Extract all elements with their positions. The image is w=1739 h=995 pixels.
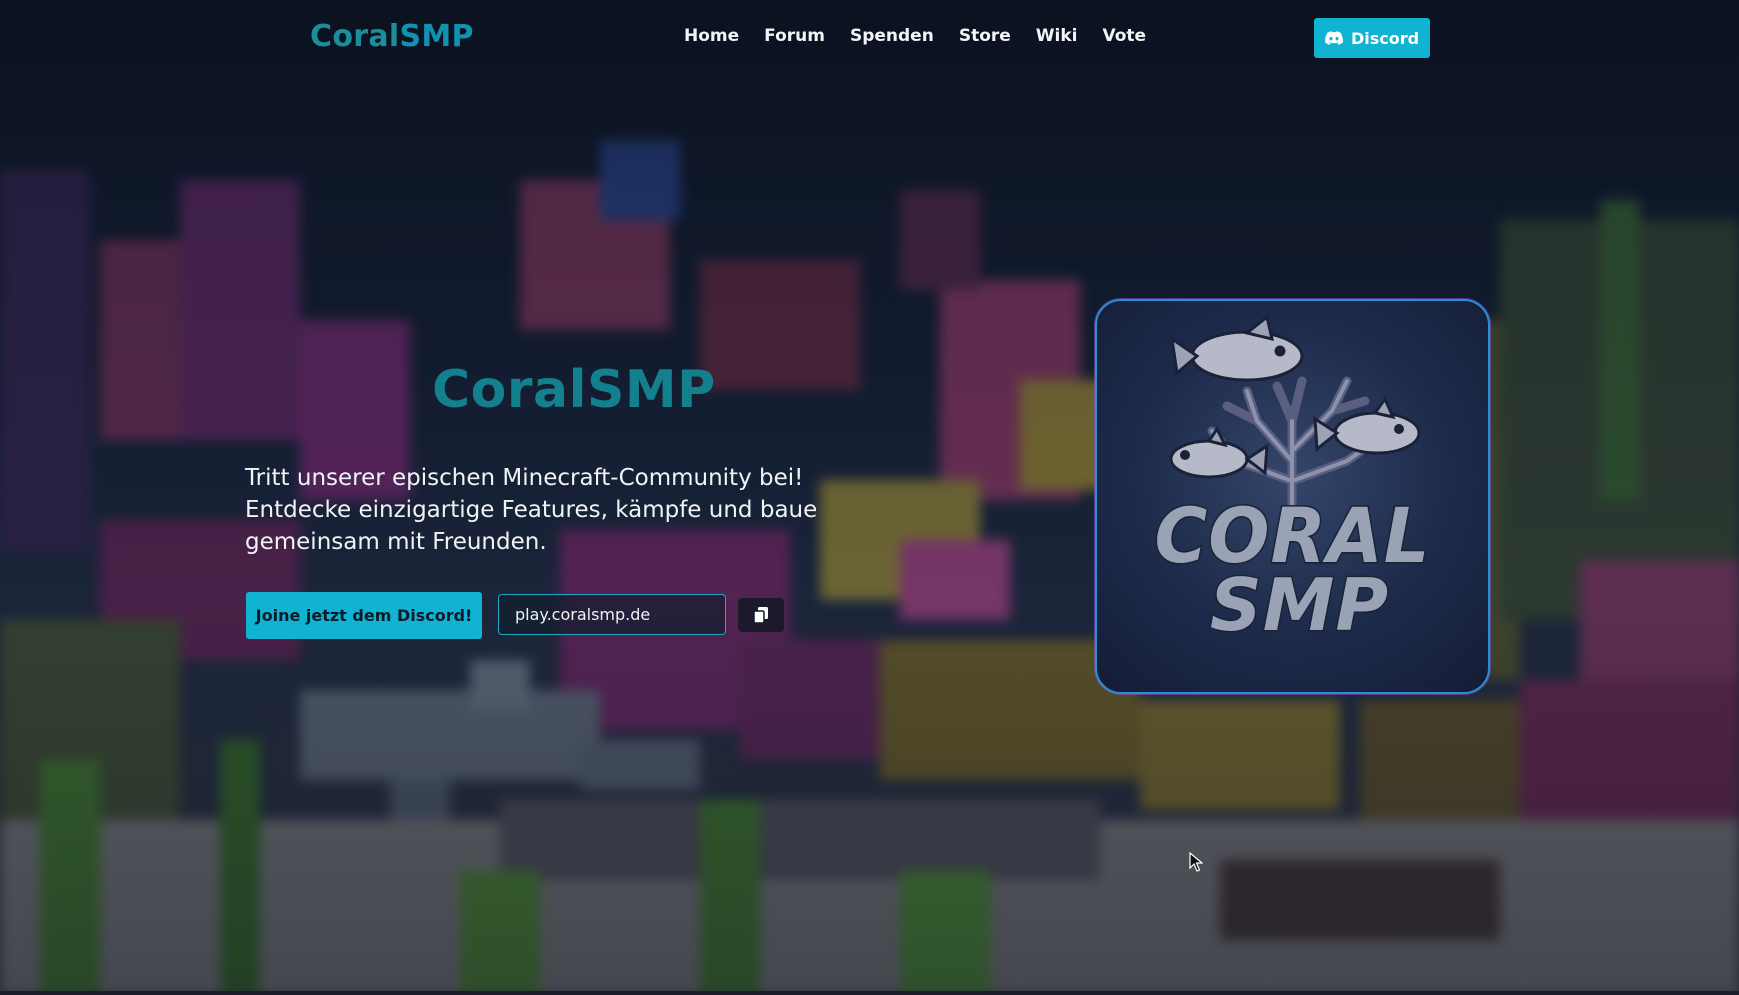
logo-text-smp: SMP bbox=[1208, 562, 1390, 649]
page: CoralSMP Home Forum Spenden Store Wiki V… bbox=[0, 0, 1739, 995]
bottom-edge bbox=[0, 991, 1739, 995]
nav-link-forum[interactable]: Forum bbox=[764, 26, 825, 46]
nav-links: Home Forum Spenden Store Wiki Vote bbox=[684, 26, 1171, 46]
join-discord-button[interactable]: Joine jetzt dem Discord! bbox=[246, 592, 482, 639]
hero-title: CoralSMP bbox=[432, 360, 716, 420]
discord-icon bbox=[1325, 31, 1343, 45]
brand-part-coral: Coral bbox=[310, 19, 400, 54]
nav-link-wiki[interactable]: Wiki bbox=[1036, 26, 1078, 46]
discord-button-label: Discord bbox=[1350, 28, 1420, 48]
nav-link-vote[interactable]: Vote bbox=[1103, 26, 1147, 46]
brand-logo-text[interactable]: CoralSMP bbox=[310, 19, 474, 54]
nav-link-home[interactable]: Home bbox=[684, 26, 739, 46]
nav-link-store[interactable]: Store bbox=[959, 26, 1011, 46]
server-logo-card: CORAL SMP bbox=[1095, 299, 1490, 694]
copy-ip-button[interactable] bbox=[738, 598, 784, 632]
mouse-cursor-icon bbox=[1189, 852, 1203, 872]
top-navbar: CoralSMP Home Forum Spenden Store Wiki V… bbox=[0, 0, 1739, 76]
hero-description: Tritt unserer epischen Minecraft-Communi… bbox=[245, 465, 818, 555]
fish-top bbox=[1170, 314, 1304, 382]
discord-button[interactable]: Discord bbox=[1314, 18, 1430, 58]
hero-title-coral: Coral bbox=[432, 360, 587, 420]
copy-icon bbox=[754, 607, 768, 623]
hero-title-smp: SMP bbox=[586, 360, 716, 420]
nav-link-spenden[interactable]: Spenden bbox=[850, 26, 934, 46]
brand-part-smp: SMP bbox=[399, 19, 474, 54]
server-ip-field[interactable] bbox=[498, 594, 726, 635]
